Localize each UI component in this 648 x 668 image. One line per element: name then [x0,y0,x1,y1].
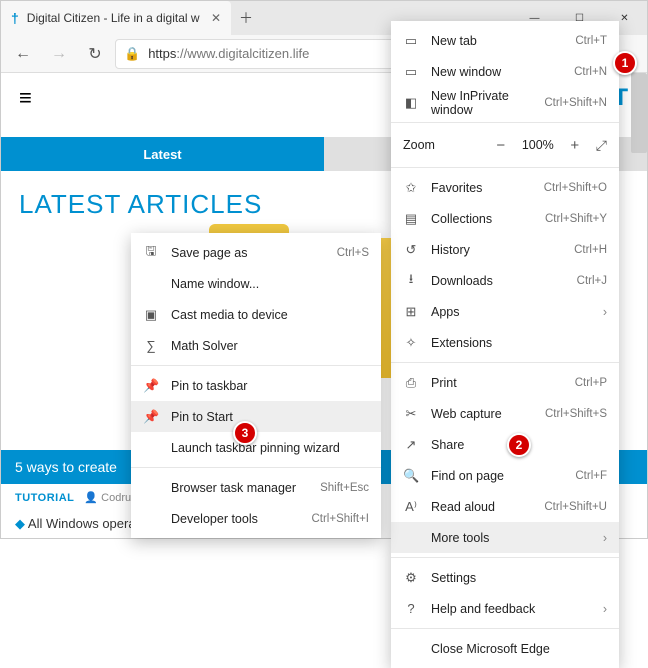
menu-separator [391,167,619,168]
star-icon: ✩ [403,180,419,196]
menu-read-aloud[interactable]: A⁾Read aloudCtrl+Shift+U [391,491,619,522]
zoom-label: Zoom [403,138,480,152]
menu-share[interactable]: ↗Share [391,429,619,460]
capture-icon: ✂ [403,406,419,422]
zoom-value: 100% [522,138,554,152]
menu-collections[interactable]: ▤CollectionsCtrl+Shift+Y [391,203,619,234]
apps-icon: ⊞ [403,304,419,320]
pin-icon: 📌 [143,409,159,425]
downloads-icon: ⭳ [403,270,419,292]
menu-help[interactable]: ?Help and feedback› [391,593,619,624]
chevron-right-icon: › [603,305,607,319]
pin-icon: 📌 [143,378,159,394]
menu-web-capture[interactable]: ✂Web captureCtrl+Shift+S [391,398,619,429]
menu-print[interactable]: ⎙PrintCtrl+P [391,367,619,398]
new-tab-button[interactable]: ＋ [231,1,261,35]
menu-more-tools[interactable]: More tools› [391,522,619,553]
favicon-icon: † [11,10,19,26]
collections-icon: ▤ [403,211,419,227]
history-icon: ↺ [403,242,419,258]
menu-new-window[interactable]: ▭New windowCtrl+N [391,56,619,87]
menu-zoom: Zoom − 100% + ⤢ [391,127,619,163]
cast-icon: ▣ [143,307,159,323]
more-tools-submenu: 🖫Save page asCtrl+S Name window... ▣Cast… [131,233,381,538]
lock-icon: 🔒 [124,46,140,62]
menu-separator [391,122,619,123]
menu-new-tab[interactable]: ▭New tabCtrl+T [391,25,619,56]
forward-button[interactable]: → [43,38,75,70]
menu-downloads[interactable]: ⭳DownloadsCtrl+J [391,265,619,296]
menu-close-edge[interactable]: Close Microsoft Edge [391,633,619,664]
tab-latest[interactable]: Latest [1,137,324,171]
read-aloud-icon: A⁾ [403,499,419,515]
chevron-right-icon: › [603,531,607,545]
back-button[interactable]: ← [7,38,39,70]
callout-1: 1 [613,51,637,75]
submenu-dev-tools[interactable]: Developer toolsCtrl+Shift+I [131,503,381,534]
menu-inprivate[interactable]: ◧New InPrivate windowCtrl+Shift+N [391,87,619,118]
hamburger-icon[interactable]: ≡ [19,85,32,111]
menu-separator [391,362,619,363]
share-icon: ↗ [403,437,419,453]
scrollbar-thumb[interactable] [631,73,647,153]
callout-3: 3 [233,421,257,445]
gear-icon: ⚙ [403,570,419,586]
search-icon: 🔍 [403,468,419,484]
print-icon: ⎙ [403,375,419,391]
menu-separator [391,628,619,629]
tab-title: Digital Citizen - Life in a digital w [27,11,203,25]
callout-2: 2 [507,433,531,457]
menu-extensions[interactable]: ✧Extensions [391,327,619,358]
zoom-in-button[interactable]: + [564,137,586,154]
article-tag: TUTORIAL [15,492,74,504]
url-text: https://www.digitalcitizen.life [148,46,309,61]
browser-tab[interactable]: † Digital Citizen - Life in a digital w … [1,1,231,35]
save-icon: 🖫 [143,242,159,264]
menu-apps[interactable]: ⊞Apps› [391,296,619,327]
menu-favorites[interactable]: ✩FavoritesCtrl+Shift+O [391,172,619,203]
math-icon: ∑ [143,338,159,353]
menu-history[interactable]: ↺HistoryCtrl+H [391,234,619,265]
submenu-task-manager[interactable]: Browser task managerShift+Esc [131,472,381,503]
settings-menu: ▭New tabCtrl+T ▭New windowCtrl+N ◧New In… [391,21,619,668]
refresh-button[interactable]: ↻ [79,38,111,70]
help-icon: ? [403,601,419,616]
new-tab-icon: ▭ [403,33,419,49]
menu-separator [131,365,381,366]
submenu-name-window[interactable]: Name window... [131,268,381,299]
zoom-out-button[interactable]: − [490,137,512,154]
submenu-save-page[interactable]: 🖫Save page asCtrl+S [131,237,381,268]
menu-settings[interactable]: ⚙Settings [391,562,619,593]
submenu-pin-taskbar[interactable]: 📌Pin to taskbar [131,370,381,401]
fullscreen-button[interactable]: ⤢ [596,137,607,154]
extensions-icon: ✧ [403,335,419,351]
close-tab-icon[interactable]: ✕ [211,11,221,25]
chevron-right-icon: › [603,602,607,616]
menu-separator [131,467,381,468]
menu-separator [391,557,619,558]
submenu-math-solver[interactable]: ∑Math Solver [131,330,381,361]
menu-find[interactable]: 🔍Find on pageCtrl+F [391,460,619,491]
new-window-icon: ▭ [403,64,419,80]
submenu-cast[interactable]: ▣Cast media to device [131,299,381,330]
inprivate-icon: ◧ [403,95,419,111]
